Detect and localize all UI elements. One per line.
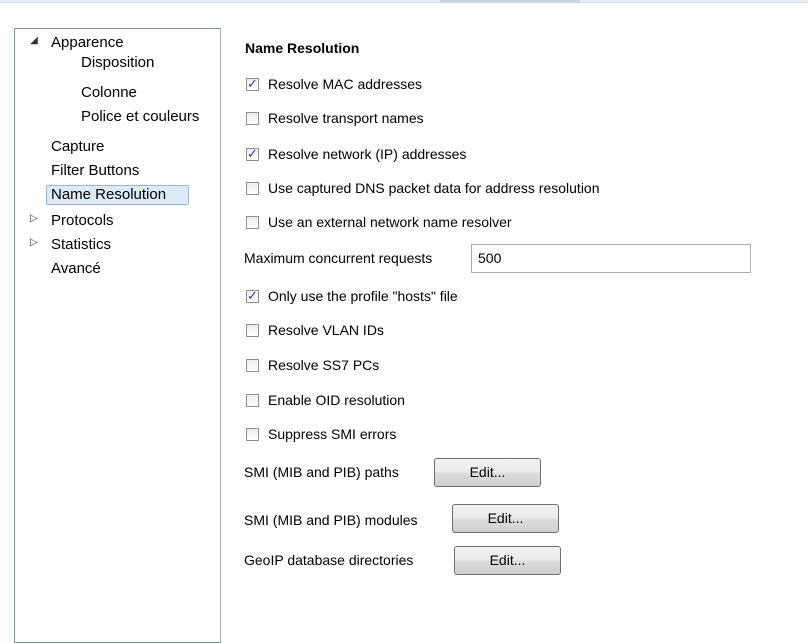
checkbox-resolve-ss7[interactable]: Resolve SS7 PCs [246,355,379,375]
checkbox-enable-oid[interactable]: Enable OID resolution [246,390,405,410]
checkbox-external-resolver[interactable]: Use an external network name resolver [246,212,512,232]
tree-item-name-resolution[interactable]: Name Resolution [46,185,190,205]
checkbox-label: Only use the profile "hosts" file [268,288,458,304]
tree-item-label: Disposition [81,54,155,71]
checkbox-resolve-network[interactable]: Resolve network (IP) addresses [246,144,467,165]
window-top-edge [0,0,808,3]
checkbox-resolve-mac[interactable]: Resolve MAC addresses [246,74,423,95]
tree-item-statistics[interactable]: Statistics [48,235,114,255]
tree-item-police-et-couleurs[interactable]: Police et couleurs [78,107,202,127]
checkbox-label: Resolve transport names [268,110,424,126]
geoip-edit-button[interactable]: Edit... [454,546,561,575]
checkbox-label: Enable OID resolution [268,392,405,408]
checkbox-resolve-vlan[interactable]: Resolve VLAN IDs [246,320,384,340]
checkbox-unchecked-icon[interactable] [246,181,259,195]
checkbox-suppress-smi[interactable]: Suppress SMI errors [246,424,396,444]
checkbox-unchecked-icon[interactable] [246,215,259,229]
tree-item-avance[interactable]: Avancé [48,259,104,279]
smi-modules-edit-button[interactable]: Edit... [452,504,559,533]
tree-item-disposition[interactable]: Disposition [78,53,157,73]
preferences-tree[interactable]: ◢ Apparence Disposition Colonne Police e… [14,28,221,643]
checkbox-checked-icon[interactable] [246,145,259,165]
checkbox-label: Resolve SS7 PCs [268,357,380,373]
checkbox-use-dns-packet-data[interactable]: Use captured DNS packet data for address… [246,178,600,198]
checkbox-only-profile-hosts[interactable]: Only use the profile "hosts" file [246,286,458,307]
checkbox-unchecked-icon[interactable] [246,358,259,372]
tree-item-apparence[interactable]: Apparence [48,33,127,53]
checkbox-label: Resolve VLAN IDs [268,322,384,338]
checkbox-unchecked-icon[interactable] [246,393,259,407]
checkbox-unchecked-icon[interactable] [246,111,259,125]
checkbox-checked-icon[interactable] [246,287,259,307]
tree-item-label: Capture [51,138,105,155]
page-title: Name Resolution [245,40,360,56]
tree-item-label: Name Resolution [46,185,190,205]
smi-paths-edit-button[interactable]: Edit... [434,458,541,487]
checkbox-label: Resolve network (IP) addresses [268,146,467,162]
collapsed-arrow-icon[interactable]: ▷ [29,213,39,224]
smi-modules-label: SMI (MIB and PIB) modules [244,512,418,528]
tree-item-protocols[interactable]: Protocols [48,211,117,231]
max-requests-input[interactable]: 500 [471,244,751,273]
max-requests-label: Maximum concurrent requests [244,250,433,266]
checkbox-resolve-transport[interactable]: Resolve transport names [246,108,424,128]
checkbox-label: Suppress SMI errors [268,426,397,442]
smi-paths-label: SMI (MIB and PIB) paths [244,464,399,480]
checkbox-unchecked-icon[interactable] [246,427,259,441]
expanded-arrow-icon[interactable]: ◢ [29,35,39,46]
tree-item-label: Apparence [51,34,124,51]
checkbox-label: Use captured DNS packet data for address… [268,180,600,196]
tree-item-label: Filter Buttons [51,162,140,179]
tree-item-label: Protocols [51,212,114,229]
checkbox-checked-icon[interactable] [246,75,259,95]
tree-item-capture[interactable]: Capture [48,137,107,157]
checkbox-unchecked-icon[interactable] [246,323,259,337]
geoip-directories-label: GeoIP database directories [244,552,414,568]
tree-item-label: Avancé [51,260,101,277]
tree-item-label: Statistics [51,236,112,253]
tree-item-label: Police et couleurs [81,108,200,125]
tree-item-colonne[interactable]: Colonne [78,83,140,103]
tree-item-label: Colonne [81,84,137,101]
checkbox-label: Use an external network name resolver [268,214,512,230]
collapsed-arrow-icon[interactable]: ▷ [29,237,39,248]
tree-item-filter-buttons[interactable]: Filter Buttons [48,161,142,181]
checkbox-label: Resolve MAC addresses [268,76,423,92]
